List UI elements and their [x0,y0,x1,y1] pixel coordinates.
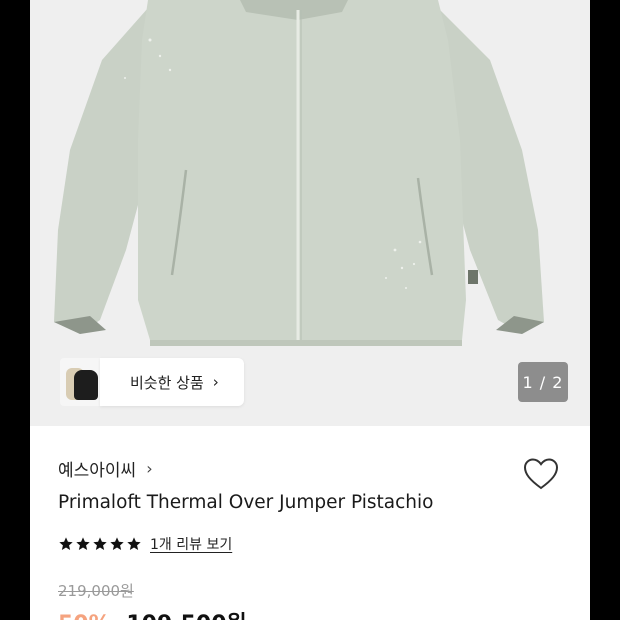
similar-products-chip[interactable]: 비슷한 상품 › [60,358,244,406]
rating-row: 1개 리뷰 보기 [58,531,232,557]
heart-outline-icon[interactable] [521,455,561,493]
chevron-right-icon: › [212,373,219,391]
brand-name: 예스아이씨 [58,461,137,481]
sale-price: 109,500원 [126,612,246,620]
star-filled-icon [76,537,90,550]
reviews-link[interactable]: 1개 리뷰 보기 [150,534,232,554]
original-price: 219,000원 [58,582,134,600]
price-row: 50% 109,500원 [58,606,247,620]
product-title: Primaloft Thermal Over Jumper Pistachio [58,492,434,513]
rating-stars [58,536,142,552]
similar-products-label: 비슷한 상품 [130,373,204,392]
chevron-right-icon: › [146,459,153,478]
product-page: 비슷한 상품 › 1 / 2 예스아이씨 › Primaloft Thermal… [30,0,590,620]
image-pager: 1 / 2 [518,362,568,402]
similar-thumbnail [60,358,100,406]
discount-rate: 50% [58,612,111,620]
product-gallery[interactable]: 비슷한 상품 › 1 / 2 [30,0,590,426]
star-filled-icon [127,537,141,550]
similar-products-button[interactable]: 비슷한 상품 › [100,358,244,406]
star-filled-icon [110,537,124,550]
brand-link[interactable]: 예스아이씨 › [58,456,153,481]
star-filled-icon [93,537,107,550]
star-filled-icon [59,537,73,550]
